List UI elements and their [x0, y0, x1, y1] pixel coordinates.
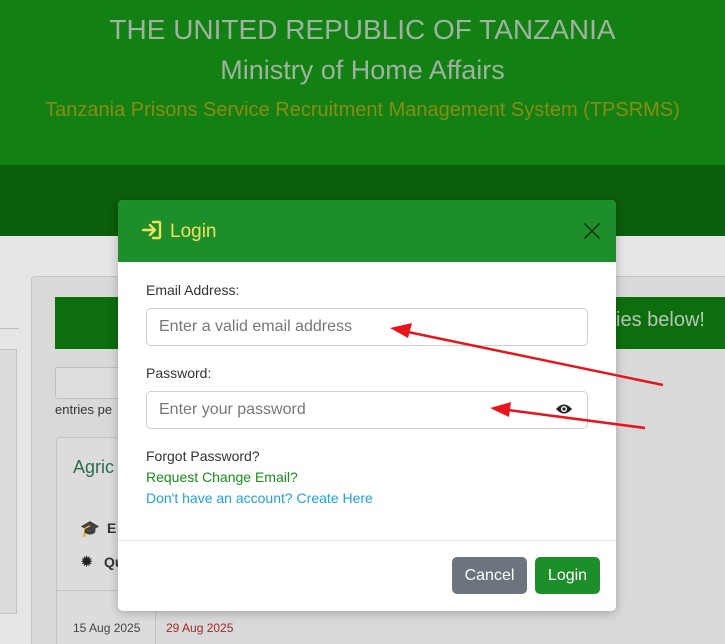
- forgot-password-link[interactable]: Forgot Password?: [146, 448, 260, 464]
- badge-icon: ✹: [80, 554, 94, 571]
- create-account-link[interactable]: Don't have an account? Create Here: [146, 490, 373, 506]
- entries-label: entries pe: [55, 402, 113, 417]
- banner-text: ties below!: [610, 309, 706, 331]
- cancel-button[interactable]: Cancel: [452, 557, 527, 594]
- eye-icon[interactable]: [555, 403, 573, 415]
- job-card-title[interactable]: Agric: [73, 457, 114, 478]
- graduation-cap-icon: 🎓: [80, 521, 100, 538]
- close-icon[interactable]: [581, 220, 603, 242]
- posted-date: 15 Aug 2025: [73, 621, 141, 635]
- sidebar-panel: [0, 349, 17, 614]
- email-field[interactable]: [146, 308, 588, 346]
- modal-header: Login: [118, 200, 616, 262]
- sidebar-divider: [0, 328, 19, 329]
- modal-footer-divider: [118, 540, 616, 541]
- login-modal: Login Email Address: Password: Forgot Pa…: [118, 200, 616, 611]
- request-change-email-link[interactable]: Request Change Email?: [146, 469, 298, 485]
- email-label: Email Address:: [146, 282, 240, 298]
- sign-in-icon: [141, 220, 162, 240]
- password-field[interactable]: [146, 391, 588, 429]
- login-button[interactable]: Login: [535, 557, 600, 594]
- education-label: E: [107, 520, 117, 536]
- password-label: Password:: [146, 365, 212, 381]
- modal-title: Login: [170, 221, 217, 242]
- deadline-date: 29 Aug 2025: [166, 621, 234, 635]
